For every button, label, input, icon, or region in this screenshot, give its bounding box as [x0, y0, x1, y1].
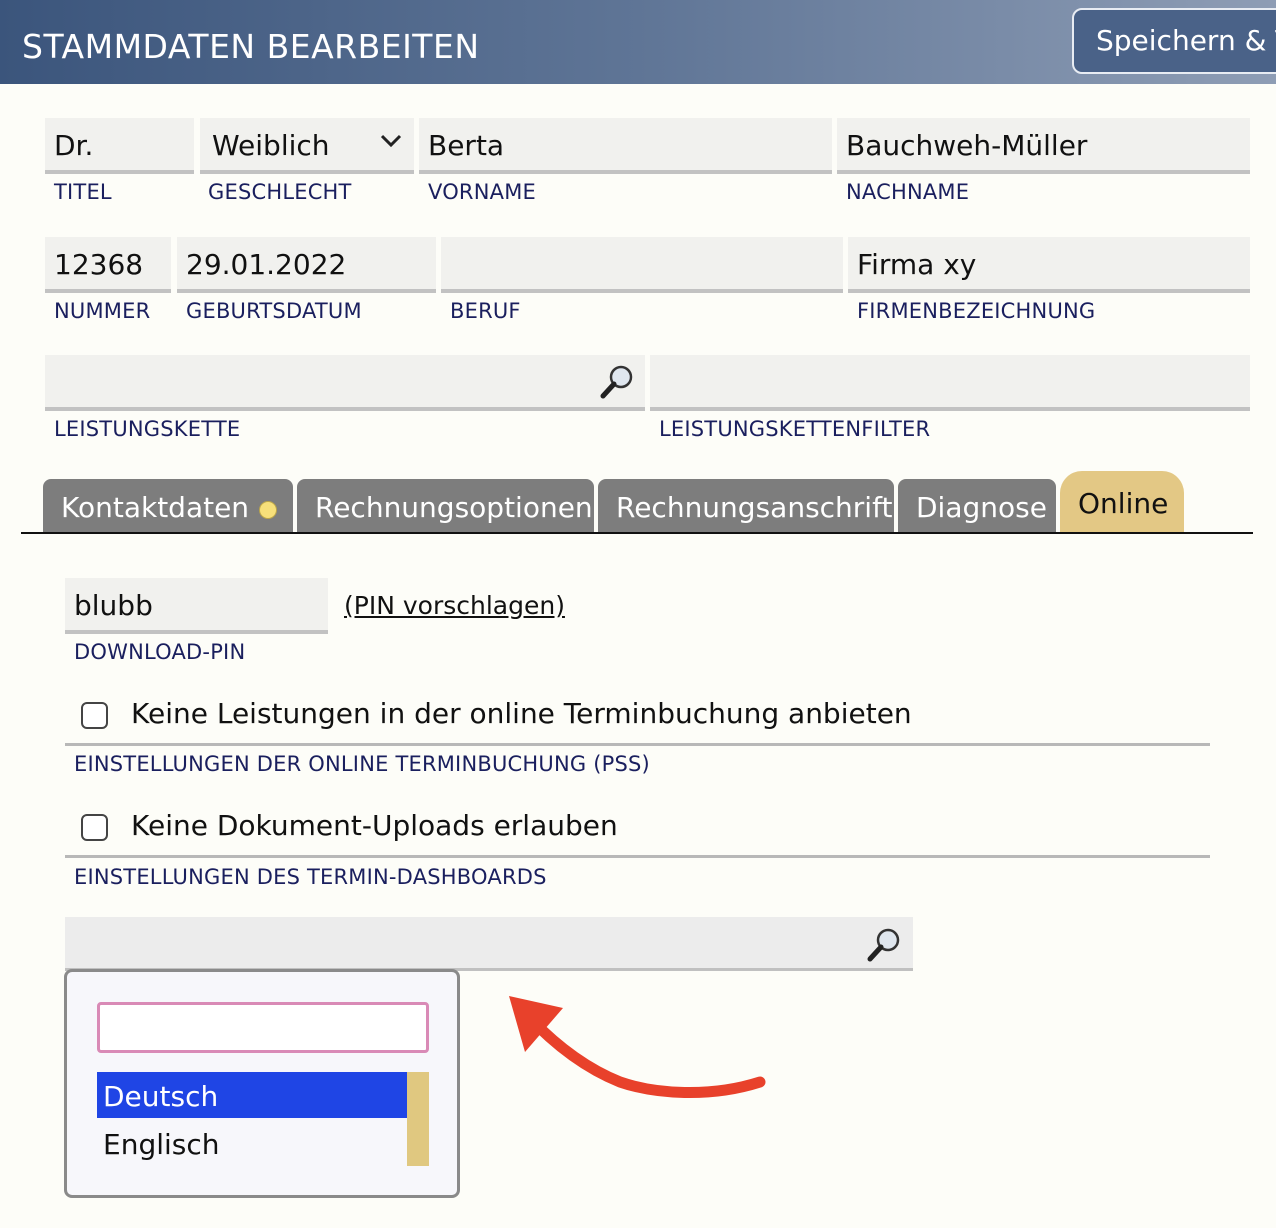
nummer-label: NUMMER: [54, 299, 151, 323]
leistungskettenfilter-field[interactable]: [650, 355, 1250, 411]
language-dropdown: Deutsch Englisch: [64, 969, 460, 1198]
geschlecht-select[interactable]: Weiblich: [200, 118, 414, 174]
firma-label: FIRMENBEZEICHNUNG: [857, 299, 1096, 323]
leistungskette-label: LEISTUNGSKETTE: [54, 417, 241, 441]
dropdown-scrollbar[interactable]: [407, 1072, 429, 1166]
leistungskette-field[interactable]: [45, 355, 645, 411]
leistungskettenfilter-label: LEISTUNGSKETTENFILTER: [659, 417, 931, 441]
beruf-label: BERUF: [450, 299, 521, 323]
geschlecht-value: Weiblich: [212, 129, 330, 162]
geschlecht-label: GESCHLECHT: [208, 180, 352, 204]
geburtsdatum-label: GEBURTSDATUM: [186, 299, 362, 323]
nachname-field[interactable]: Bauchweh-Müller: [837, 118, 1250, 174]
magnifier-icon[interactable]: [598, 363, 636, 401]
magnifier-icon[interactable]: [865, 926, 903, 964]
dashboard-label: EINSTELLUNGEN DES TERMIN-DASHBOARDS: [74, 865, 547, 889]
annotation-arrow-icon: [509, 996, 766, 1099]
language-search-input[interactable]: [97, 1002, 429, 1053]
beruf-field[interactable]: [441, 237, 843, 293]
tab-online[interactable]: Online: [1060, 471, 1184, 532]
vorname-field[interactable]: Berta: [419, 118, 832, 174]
titel-field[interactable]: Dr.: [45, 118, 194, 174]
geburtsdatum-field[interactable]: 29.01.2022: [177, 237, 436, 293]
vorname-label: VORNAME: [428, 180, 536, 204]
nummer-field[interactable]: 12368: [45, 237, 171, 293]
dashboard-checkbox-row[interactable]: Keine Dokument-Uploads erlauben: [65, 802, 1210, 858]
header-bar: STAMMDATEN BEARBEITEN Speichern & Te: [0, 0, 1276, 84]
pss-checkbox[interactable]: [81, 702, 108, 729]
pss-checkbox-text: Keine Leistungen in der online Terminbuc…: [131, 697, 912, 730]
pss-label: EINSTELLUNGEN DER ONLINE TERMINBUCHUNG (…: [74, 752, 650, 776]
tab-diagnose[interactable]: Diagnose: [898, 479, 1056, 532]
tab-kontaktdaten[interactable]: Kontaktdaten: [43, 479, 293, 532]
download-pin-field[interactable]: blubb: [65, 578, 328, 634]
firma-field[interactable]: Firma xy: [848, 237, 1250, 293]
tab-kontaktdaten-label: Kontaktdaten: [61, 491, 250, 524]
tab-rechnungsoptionen[interactable]: Rechnungsoptionen: [297, 479, 594, 532]
option-deutsch[interactable]: Deutsch: [97, 1072, 407, 1118]
pin-suggest-link[interactable]: (PIN vorschlagen): [344, 591, 565, 620]
nachname-label: NACHNAME: [846, 180, 970, 204]
dashboard-checkbox-text: Keine Dokument-Uploads erlauben: [131, 809, 618, 842]
save-button[interactable]: Speichern & Te: [1072, 8, 1276, 74]
status-dot-icon: [259, 501, 278, 519]
dashboard-checkbox[interactable]: [81, 814, 108, 841]
option-englisch[interactable]: Englisch: [97, 1120, 407, 1166]
page-title: STAMMDATEN BEARBEITEN: [22, 27, 480, 66]
tab-rechnungsanschrift[interactable]: Rechnungsanschrift: [598, 479, 894, 532]
download-pin-label: DOWNLOAD-PIN: [74, 640, 246, 664]
chevron-down-icon: [380, 134, 402, 148]
language-select-field[interactable]: [65, 917, 913, 971]
tab-divider: [21, 532, 1253, 534]
titel-label: TITEL: [54, 180, 112, 204]
pss-checkbox-row[interactable]: Keine Leistungen in der online Terminbuc…: [65, 690, 1210, 746]
